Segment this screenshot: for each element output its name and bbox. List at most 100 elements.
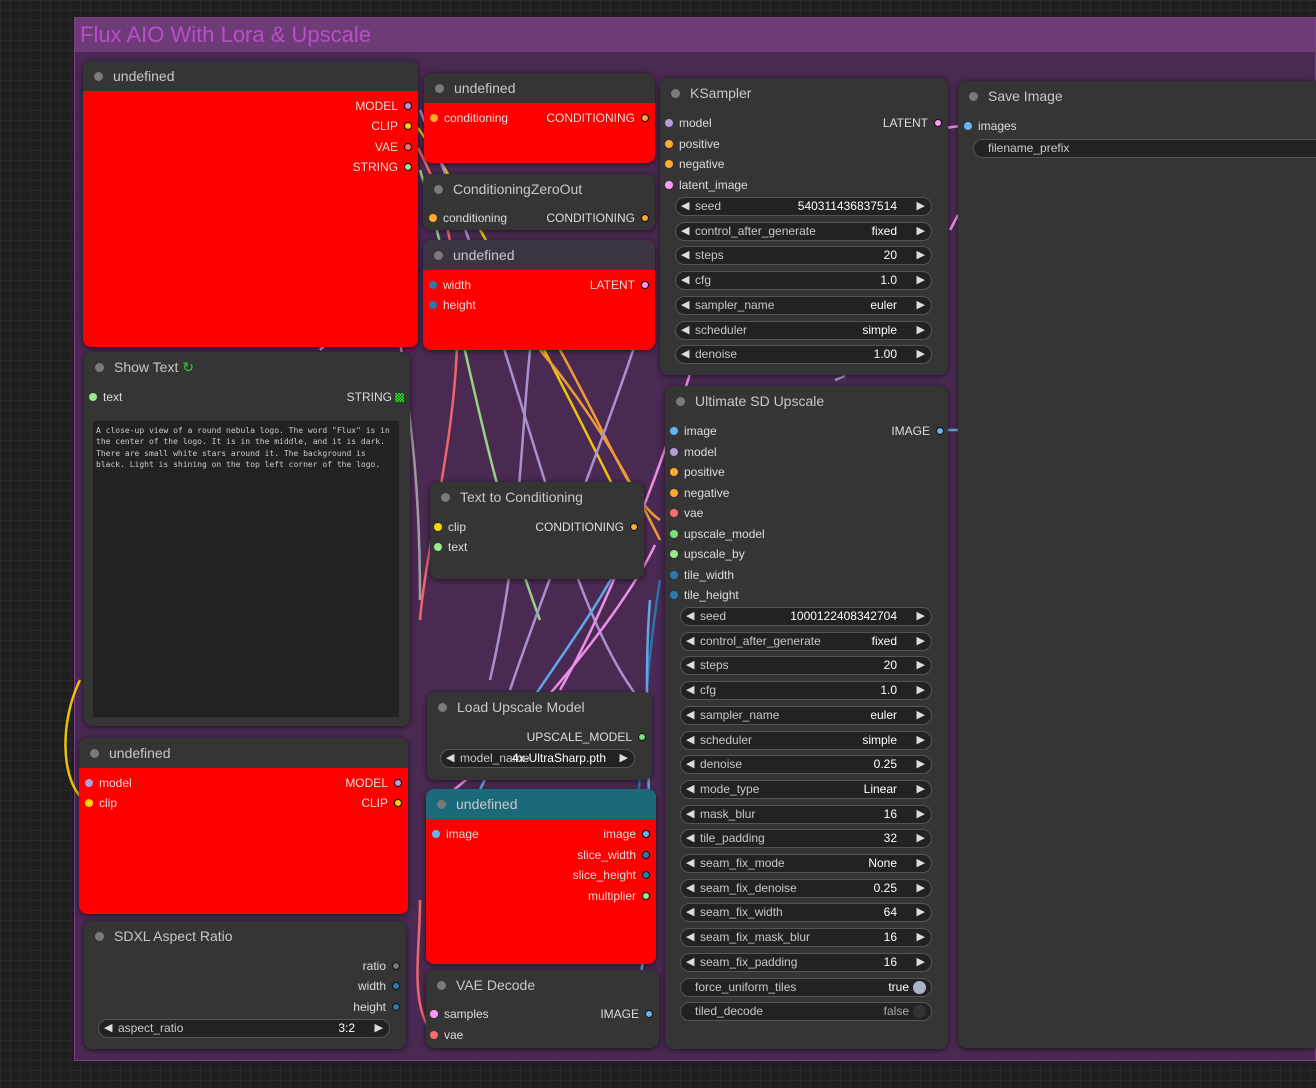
output-conditioning[interactable]: CONDITIONING <box>546 110 649 126</box>
input-width[interactable]: width <box>429 277 471 293</box>
increment-arrow-icon[interactable]: ▶ <box>917 297 925 314</box>
ultimate-sd-upscale-node[interactable]: Ultimate SD Upscale IMAGE image model posi… <box>665 386 948 1049</box>
decrement-arrow-icon[interactable]: ◀ <box>686 929 694 946</box>
load-upscale-model-node[interactable]: Load Upscale Model UPSCALE_MODEL ◀ model… <box>427 692 652 780</box>
input-vae[interactable]: vae <box>670 505 703 521</box>
checkpoint-loader-node[interactable]: undefined MODEL CLIP VAE STRING <box>83 61 418 347</box>
input-positive[interactable]: positive <box>665 136 720 152</box>
conditioning-node[interactable]: undefined conditioning CONDITIONING <box>424 73 655 163</box>
widget-seam-fix-denoise[interactable]: ◀ seam_fix_denoise 0.25 ▶ <box>680 878 932 898</box>
widget-steps[interactable]: ◀ steps 20 ▶ <box>680 656 932 676</box>
output-width[interactable]: width <box>358 978 400 994</box>
decrement-arrow-icon[interactable]: ◀ <box>686 806 694 823</box>
node-collapse-dot[interactable] <box>434 251 443 260</box>
decrement-arrow-icon[interactable]: ◀ <box>686 732 694 749</box>
increment-arrow-icon[interactable]: ▶ <box>917 830 925 847</box>
node-collapse-dot[interactable] <box>95 363 104 372</box>
increment-arrow-icon[interactable]: ▶ <box>917 682 925 699</box>
increment-arrow-icon[interactable]: ▶ <box>917 781 925 798</box>
increment-arrow-icon[interactable]: ▶ <box>917 322 925 339</box>
decrement-arrow-icon[interactable]: ◀ <box>681 198 689 215</box>
input-text[interactable]: text <box>434 539 467 555</box>
increment-arrow-icon[interactable]: ▶ <box>917 657 925 674</box>
output-upscale-model[interactable]: UPSCALE_MODEL <box>527 729 646 745</box>
input-model[interactable]: model <box>665 115 712 131</box>
widget-seed[interactable]: ◀ seed 1000122408342704 ▶ <box>680 607 932 626</box>
widget-seed[interactable]: ◀ seed 540311436837514 ▶ <box>675 197 932 216</box>
decrement-arrow-icon[interactable]: ◀ <box>686 633 694 650</box>
increment-arrow-icon[interactable]: ▶ <box>917 272 925 289</box>
output-slice-height[interactable]: slice_height <box>573 867 650 883</box>
toggle-tiled-decode[interactable]: tiled_decode false <box>680 1002 932 1022</box>
output-model[interactable]: MODEL <box>345 775 402 791</box>
input-conditioning[interactable]: conditioning <box>429 210 507 226</box>
input-negative[interactable]: negative <box>665 156 724 172</box>
increment-arrow-icon[interactable]: ▶ <box>917 608 925 625</box>
widget-mask-blur[interactable]: ◀ mask_blur 16 ▶ <box>680 804 932 824</box>
output-image[interactable]: image <box>603 826 650 842</box>
node-collapse-dot[interactable] <box>676 397 685 406</box>
output-multiplier[interactable]: multiplier <box>588 888 650 904</box>
increment-arrow-icon[interactable]: ▶ <box>620 750 628 767</box>
widget-seam-fix-mask-blur[interactable]: ◀ seam_fix_mask_blur 16 ▶ <box>680 928 932 948</box>
increment-arrow-icon[interactable]: ▶ <box>917 880 925 897</box>
decrement-arrow-icon[interactable]: ◀ <box>681 297 689 314</box>
filename-prefix-input[interactable]: filename_prefix <box>973 139 1316 158</box>
node-collapse-dot[interactable] <box>435 84 444 93</box>
decrement-arrow-icon[interactable]: ◀ <box>681 223 689 240</box>
input-vae[interactable]: vae <box>430 1027 463 1043</box>
node-collapse-dot[interactable] <box>90 749 99 758</box>
decrement-arrow-icon[interactable]: ◀ <box>681 272 689 289</box>
model-name-combo[interactable]: ◀ model_name 4x-UltraSharp.pth ▶ <box>440 749 635 768</box>
widget-cfg[interactable]: ◀ cfg 1.0 ▶ <box>675 271 932 291</box>
decrement-arrow-icon[interactable]: ◀ <box>686 904 694 921</box>
input-clip[interactable]: clip <box>85 795 117 811</box>
decrement-arrow-icon[interactable]: ◀ <box>686 954 694 971</box>
decrement-arrow-icon[interactable]: ◀ <box>686 880 694 897</box>
conditioning-zero-out-node[interactable]: ConditioningZeroOut conditioning CONDITI… <box>423 174 655 230</box>
ksampler-node[interactable]: KSampler model positive negative latent_… <box>660 78 948 375</box>
input-conditioning[interactable]: conditioning <box>430 110 508 126</box>
widget-seam-fix-padding[interactable]: ◀ seam_fix_padding 16 ▶ <box>680 952 932 972</box>
widget-denoise[interactable]: ◀ denoise 0.25 ▶ <box>680 755 932 775</box>
decrement-arrow-icon[interactable]: ◀ <box>686 830 694 847</box>
widget-denoise[interactable]: ◀ denoise 1.00 ▶ <box>675 345 932 365</box>
node-collapse-dot[interactable] <box>437 981 446 990</box>
node-collapse-dot[interactable] <box>438 703 447 712</box>
widget-tile-padding[interactable]: ◀ tile_padding 32 ▶ <box>680 829 932 849</box>
node-collapse-dot[interactable] <box>671 89 680 98</box>
output-conditioning[interactable]: CONDITIONING <box>546 210 649 226</box>
node-collapse-dot[interactable] <box>95 932 104 941</box>
show-text-node[interactable]: Show Text ↻ text STRING A close-up view … <box>84 352 410 726</box>
toggle-force-uniform-tiles[interactable]: force_uniform_tiles true <box>680 977 932 997</box>
decrement-arrow-icon[interactable]: ◀ <box>686 657 694 674</box>
increment-arrow-icon[interactable]: ▶ <box>917 904 925 921</box>
increment-arrow-icon[interactable]: ▶ <box>917 929 925 946</box>
decrement-arrow-icon[interactable]: ◀ <box>686 682 694 699</box>
increment-arrow-icon[interactable]: ▶ <box>917 855 925 872</box>
output-string[interactable]: STRING <box>353 159 412 175</box>
increment-arrow-icon[interactable]: ▶ <box>917 223 925 240</box>
input-height[interactable]: height <box>429 297 476 313</box>
decrement-arrow-icon[interactable]: ◀ <box>686 781 694 798</box>
increment-arrow-icon[interactable]: ▶ <box>375 1020 383 1037</box>
aspect-ratio-combo[interactable]: ◀ aspect_ratio 3:2 ▶ <box>98 1019 390 1038</box>
widget-control-after-generate[interactable]: ◀ control_after_generate fixed ▶ <box>680 631 932 651</box>
save-image-node[interactable]: Save Image images filename_prefix <box>958 81 1316 1048</box>
increment-arrow-icon[interactable]: ▶ <box>917 633 925 650</box>
input-tile-height[interactable]: tile_height <box>670 587 739 603</box>
node-collapse-dot[interactable] <box>437 800 446 809</box>
increment-arrow-icon[interactable]: ▶ <box>917 732 925 749</box>
text-display[interactable]: A close-up view of a round nebula logo. … <box>92 420 400 718</box>
increment-arrow-icon[interactable]: ▶ <box>917 247 925 264</box>
input-clip[interactable]: clip <box>434 519 466 535</box>
output-image[interactable]: IMAGE <box>891 423 944 439</box>
input-upscale-model[interactable]: upscale_model <box>670 526 765 542</box>
input-model[interactable]: model <box>670 444 717 460</box>
output-slice-width[interactable]: slice_width <box>577 847 650 863</box>
decrement-arrow-icon[interactable]: ◀ <box>681 247 689 264</box>
lora-loader-node[interactable]: undefined model clip MODEL CLIP <box>79 738 408 914</box>
output-string[interactable]: STRING <box>347 389 404 405</box>
decrement-arrow-icon[interactable]: ◀ <box>681 322 689 339</box>
text-to-conditioning-node[interactable]: Text to Conditioning clip text CONDITION… <box>430 482 644 579</box>
